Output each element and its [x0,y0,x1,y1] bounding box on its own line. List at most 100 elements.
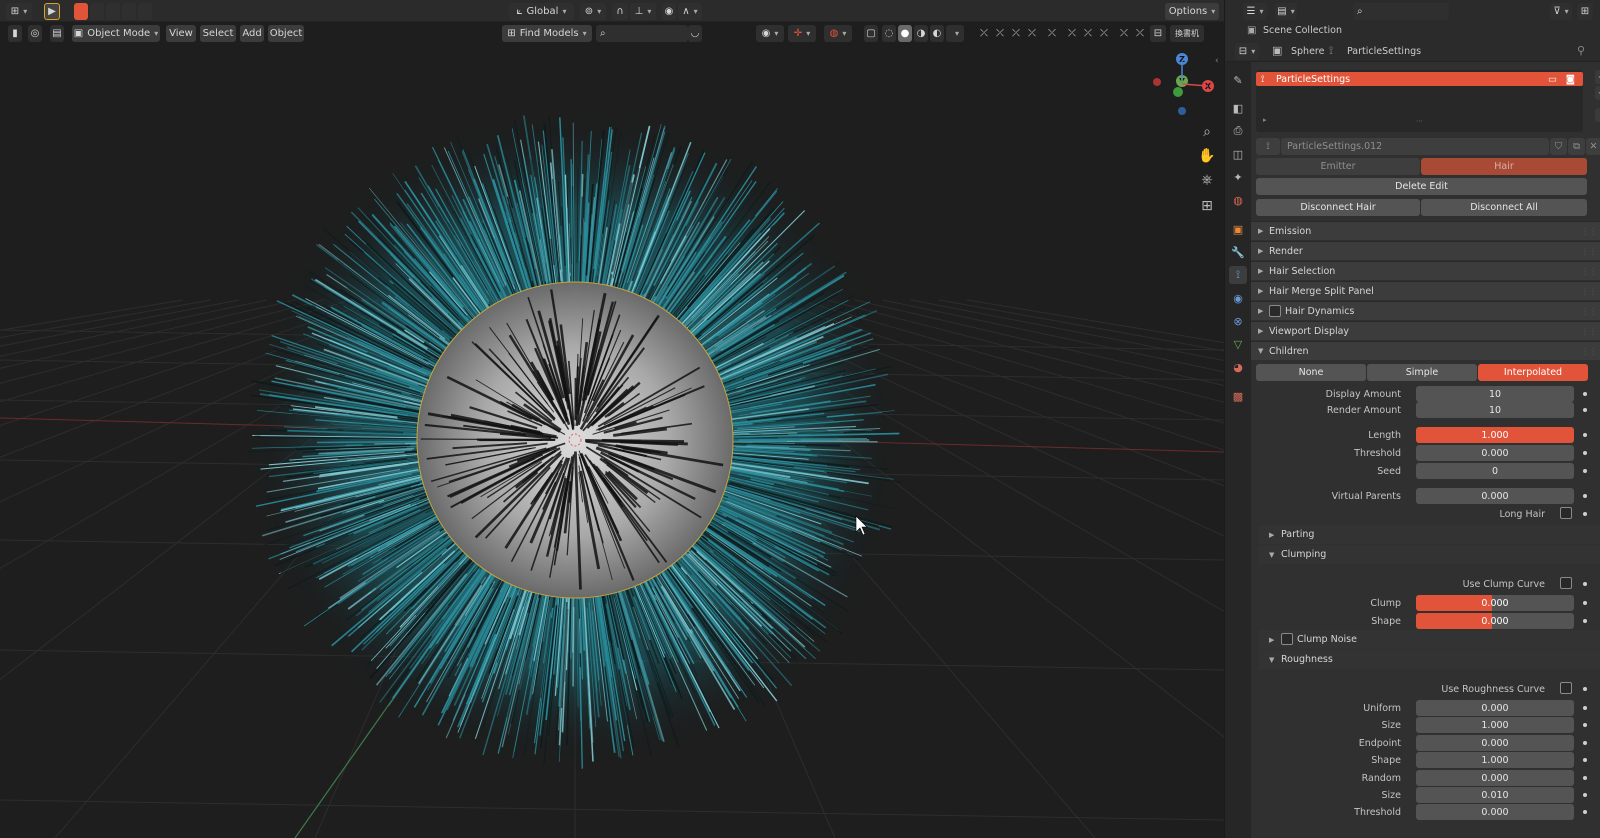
shading-solid[interactable]: ● [898,25,912,42]
hair-dynamics-checkbox[interactable] [1269,305,1281,317]
subpanel-parting[interactable]: ▶ Parting [1259,525,1600,544]
xray-toggle[interactable]: ▢ [864,25,878,42]
sidebar-toggle-icon[interactable]: ‹ [1215,56,1219,66]
keyframe-dot[interactable] [1583,776,1587,780]
keyframe-dot[interactable] [1583,687,1587,691]
tab-world[interactable]: ◍ [1229,191,1247,209]
drag-grip-icon[interactable]: ⋮⋮ [1581,227,1597,236]
visibility-toggle-icon[interactable]: ⤫ [978,25,990,42]
zoom-icon[interactable]: ⌕ [1197,122,1217,142]
pin-icon[interactable]: ⚲ [1577,44,1585,57]
visibility-toggle-icon[interactable]: ⤫ [994,25,1006,42]
tab-scene[interactable]: ✦ [1229,168,1247,186]
list-item[interactable]: ⟟ ParticleSettings ▭ ◙ [1256,72,1583,86]
children-simple-button[interactable]: Simple [1367,364,1477,381]
panel-render[interactable]: ▶ Render ⋮⋮ [1251,241,1600,260]
snap-toggle[interactable]: ∩ [612,3,628,20]
keyframe-dot[interactable] [1583,706,1587,710]
keyframe-dot[interactable] [1583,408,1587,412]
tab-modifiers[interactable]: 🔧 [1229,243,1247,261]
keyframe-dot[interactable] [1583,582,1587,586]
size-field[interactable]: 1.000 [1416,717,1574,733]
keyframe-dot[interactable] [1583,793,1587,797]
subpanel-roughness[interactable]: ▼ Roughness [1259,650,1600,669]
disconnect-all-button[interactable]: Disconnect All [1421,199,1587,216]
list-menu-button[interactable]: ⌄ [1595,108,1600,122]
drag-grip-icon[interactable]: ⋮⋮ [1581,347,1597,356]
grid-ortho-icon[interactable]: ⊞ [1197,196,1217,216]
use-clump-curve-checkbox[interactable] [1560,577,1572,589]
visibility-dropdown[interactable]: ◉ [756,25,784,42]
subpanel-clumping[interactable]: ▼ Clumping [1259,545,1600,564]
hand-icon[interactable]: ✋ [1197,146,1217,166]
clump-slider[interactable]: 0.000 [1416,595,1574,611]
keyframe-dot[interactable] [1583,433,1587,437]
type-hair-button[interactable]: Hair [1421,158,1587,175]
panel-children[interactable]: ▼ Children ⋮⋮ [1251,341,1600,360]
shading-material[interactable]: ◑ [914,25,928,42]
monitor-icon[interactable]: ▭ [1548,74,1557,85]
viewport-render[interactable] [0,0,1224,838]
visibility-toggle-icon[interactable]: ⤫ [1082,25,1094,42]
tab-physics[interactable]: ◉ [1229,289,1247,307]
clump-noise-checkbox[interactable] [1281,633,1293,645]
length-slider[interactable]: 1.000 [1416,427,1574,443]
settings-datablock[interactable]: ParticleSettings.012 [1281,138,1549,155]
new-collection-icon[interactable]: ⊞ [1577,3,1593,20]
delete-edit-button[interactable]: Delete Edit [1256,178,1587,195]
render-camera-icon[interactable]: ◙ [1566,74,1575,85]
object-mode-dropdown[interactable]: ▣ Object Mode [72,25,160,42]
children-interpolated-button[interactable]: Interpolated [1478,364,1588,381]
settings-browse[interactable]: ⟟ [1256,138,1280,155]
tab-tool[interactable]: ✎ [1229,71,1247,89]
uniform-slider[interactable]: 0.000 [1416,700,1574,716]
tab-particles[interactable]: ⟟ [1229,266,1247,284]
children-none-button[interactable]: None [1256,364,1366,381]
ime-button[interactable]: 換書机 [1170,25,1204,42]
display-amount-field[interactable]: 10 [1416,386,1574,402]
overlay-icon[interactable]: ▤ [50,25,64,42]
scene-collection-label[interactable]: Scene Collection [1263,25,1342,36]
type-emitter-button[interactable]: Emitter [1256,158,1420,175]
panel-hair-selection[interactable]: ▶ Hair Selection ⋮⋮ [1251,261,1600,280]
random-slider[interactable]: 0.000 [1416,770,1574,786]
bookmark-icon[interactable]: ▮ [8,25,22,42]
keyframe-dot[interactable] [1583,723,1587,727]
drag-grip-icon[interactable]: ⋮⋮ [1581,247,1597,256]
visibility-toggle-icon[interactable]: ⤫ [1098,25,1110,42]
drag-grip-icon[interactable]: ⋮⋮ [1581,267,1597,276]
shading-rendered[interactable]: ◐ [930,25,944,42]
shape-slider[interactable]: 0.000 [1416,613,1574,629]
drag-grip-icon[interactable]: ⋮⋮ [1581,287,1597,296]
gizmo-dropdown[interactable]: ✛ [788,25,816,42]
tab-object[interactable]: ▣ [1229,220,1247,238]
pivot-point-dropdown[interactable]: ⊚ [580,3,606,20]
keyframe-dot[interactable] [1583,494,1587,498]
editor-type-button[interactable]: ⊞ [6,3,32,20]
select-tool-button[interactable]: ▶ [44,3,60,20]
end-shape-field[interactable]: 1.000 [1416,752,1574,768]
keyframe-dot[interactable] [1583,469,1587,473]
3d-viewport[interactable]: ⊞ ▶ ⟀Global ⊚ ∩ ⊥ ◉ ∧ Options ▮ ◎ ▤ ▣Obj… [0,0,1224,838]
use-roughness-curve-checkbox[interactable] [1560,682,1572,694]
outliner-editor-type[interactable]: ☰ [1243,3,1267,20]
random-size-field[interactable]: 0.010 [1416,787,1574,803]
menu-object[interactable]: Object [268,25,304,42]
tab-output[interactable]: ⎙ [1229,122,1247,140]
tab-data[interactable]: ▽ [1229,335,1247,353]
panel-emission[interactable]: ▶ Emission ⋮⋮ [1251,221,1600,240]
seed-field[interactable]: 0 [1416,463,1574,479]
threshold-slider[interactable]: 0.000 [1416,445,1574,461]
select-mode-new[interactable] [74,3,88,20]
falloff-dropdown[interactable]: ∧ [678,3,702,20]
tab-render[interactable]: ◧ [1229,99,1247,117]
visibility-toggle-icon[interactable]: ⤫ [1046,25,1058,42]
disconnect-hair-button[interactable]: Disconnect Hair [1256,199,1420,216]
drag-grip-icon[interactable]: ⋮⋮ [1581,327,1597,336]
add-particle-system-button[interactable]: + [1595,70,1600,84]
tab-constraints[interactable]: ⊗ [1229,312,1247,330]
visibility-toggle-icon[interactable]: ⤫ [1118,25,1130,42]
render-amount-field[interactable]: 10 [1416,402,1574,418]
shading-options[interactable] [946,25,964,42]
remove-particle-system-button[interactable]: − [1595,86,1600,100]
